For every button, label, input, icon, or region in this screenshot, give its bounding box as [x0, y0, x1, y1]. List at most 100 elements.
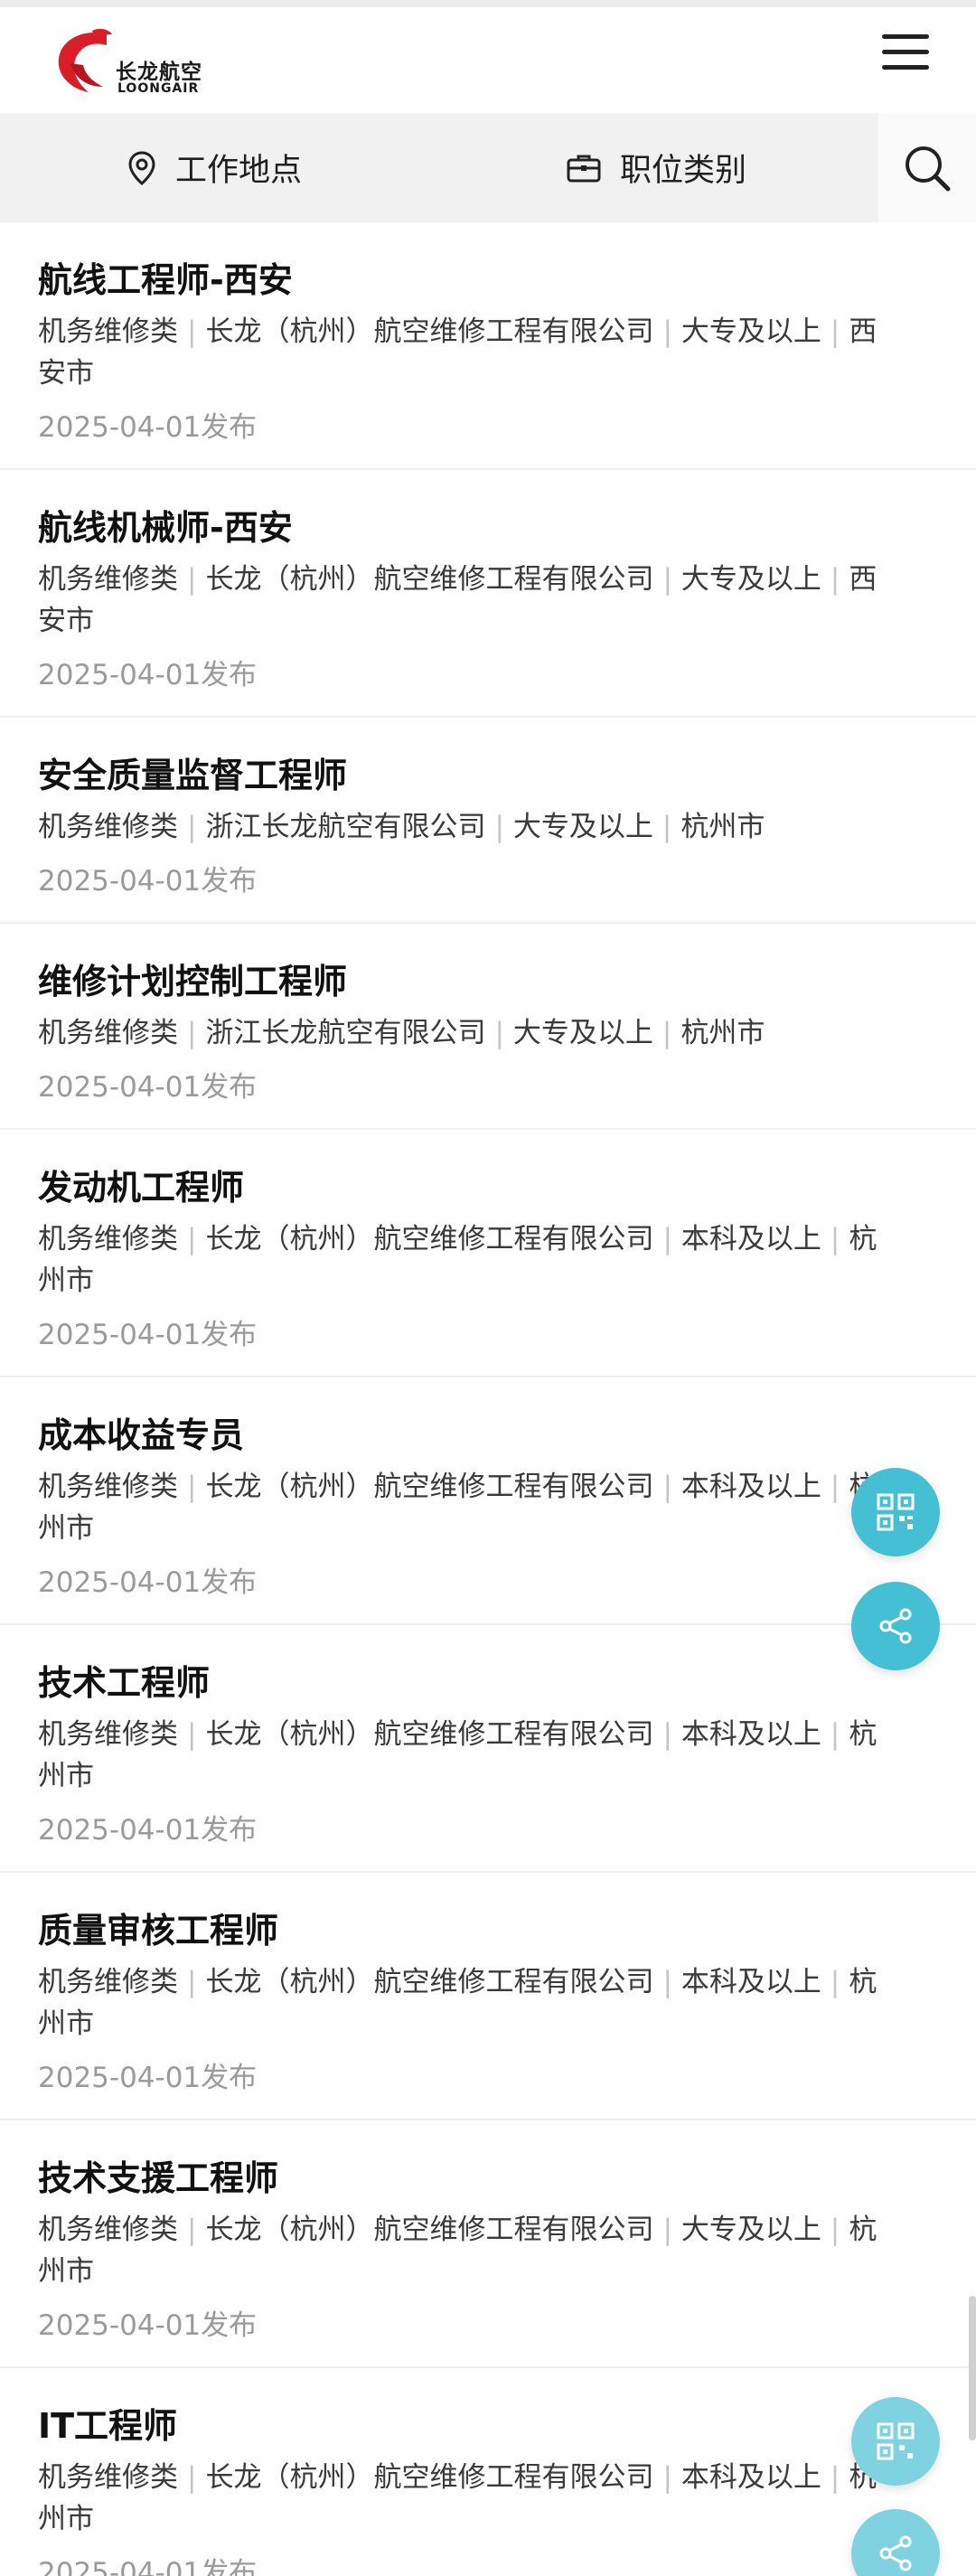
job-company: 长龙（杭州）航空维修工程有限公司 [205, 1223, 654, 1255]
job-title: 质量审核工程师 [38, 1911, 279, 1951]
job-list-item[interactable]: 航线工程师-西安 机务维修类 | 长龙（杭州）航空维修工程有限公司 | 大专及以上 | 西安市… [0, 222, 976, 470]
job-title: 安全质量监督工程师 [38, 756, 348, 795]
scrollbar-thumb[interactable] [969, 2296, 976, 2440]
job-category: 机务维修类 [38, 2214, 178, 2246]
brand-name-cn: 长龙航空 [116, 61, 202, 84]
category-filter[interactable]: 职位类别 [566, 113, 746, 222]
job-publish-date: 2025-04-01发布 [38, 2557, 258, 2576]
meta-separator: | [662, 1471, 672, 1503]
job-category: 机务维修类 [38, 1718, 178, 1751]
meta-separator: | [830, 1471, 840, 1503]
job-publish-date: 2025-04-01发布 [38, 1071, 258, 1104]
job-list-item[interactable]: 安全质量监督工程师 机务维修类 | 浙江长龙航空有限公司 | 大专及以上 | 杭州市 2025-… [0, 718, 976, 924]
search-button[interactable] [878, 113, 976, 222]
meta-separator: | [830, 1223, 840, 1255]
meta-separator: | [662, 1718, 672, 1751]
meta-separator: | [830, 1966, 840, 1998]
job-publish-date: 2025-04-01发布 [38, 2062, 258, 2094]
meta-separator: | [830, 315, 840, 348]
briefcase-icon [567, 155, 601, 182]
job-title: 技术支援工程师 [38, 2158, 279, 2198]
meta-separator: | [830, 2461, 840, 2494]
job-education: 本科及以上 [680, 1223, 821, 1255]
loongair-logo[interactable]: 长龙航空 LOONGAIR [52, 22, 215, 103]
job-company: 浙江长龙航空有限公司 [205, 811, 486, 843]
share-icon [879, 2535, 912, 2571]
job-education: 大专及以上 [680, 563, 821, 596]
meta-separator: | [830, 1718, 840, 1751]
map-pin-icon [128, 150, 155, 185]
job-title: 航线机械师-西安 [38, 508, 293, 548]
meta-separator: | [187, 811, 197, 843]
job-meta: 机务维修类|长龙（杭州）航空维修工程有限公司|本科及以上|杭州市 [38, 2457, 938, 2540]
meta-separator: | [187, 1223, 197, 1255]
job-publish-date: 2025-04-01发布 [38, 659, 258, 691]
job-list-item[interactable]: 维修计划控制工程师 机务维修类 | 浙江长龙航空有限公司 | 大专及以上 | 杭州市 2025-… [0, 924, 976, 1130]
job-meta: 机务维修类|长龙（杭州）航空维修工程有限公司|本科及以上|杭州市 [38, 1218, 938, 1302]
job-category: 机务维修类 [38, 811, 178, 843]
meta-separator: | [187, 315, 197, 348]
job-education: 本科及以上 [680, 1718, 821, 1751]
job-company: 长龙（杭州）航空维修工程有限公司 [205, 1966, 654, 1998]
job-company: 长龙（杭州）航空维修工程有限公司 [205, 563, 654, 596]
meta-separator: | [662, 1223, 672, 1255]
location-filter[interactable]: 工作地点 [127, 113, 302, 222]
job-list-item[interactable]: 技术工程师 机务维修类 | 长龙（杭州）航空维修工程有限公司 | 本科及以上 | 杭州市 202… [0, 1625, 976, 1873]
meta-separator: | [187, 1966, 197, 1998]
job-education: 大专及以上 [680, 315, 821, 348]
job-title: 航线工程师-西安 [38, 260, 293, 300]
site-header: 长龙航空 LOONGAIR [0, 7, 976, 113]
meta-separator: | [662, 1966, 672, 1998]
job-publish-date: 2025-04-01发布 [38, 1319, 258, 1351]
top-divider [0, 0, 976, 7]
job-company: 长龙（杭州）航空维修工程有限公司 [205, 315, 654, 348]
job-publish-date: 2025-04-01发布 [38, 865, 258, 898]
job-education: 大专及以上 [512, 811, 653, 843]
job-category: 机务维修类 [38, 2461, 178, 2494]
share-button[interactable] [851, 1582, 940, 1670]
search-icon [906, 146, 951, 191]
meta-separator: | [662, 315, 672, 348]
job-publish-date: 2025-04-01发布 [38, 411, 258, 444]
meta-separator: | [662, 811, 672, 843]
job-company: 长龙（杭州）航空维修工程有限公司 [205, 2214, 654, 2246]
qr-code-button[interactable] [851, 1468, 940, 1556]
job-list-item[interactable]: 发动机工程师 机务维修类 | 长龙（杭州）航空维修工程有限公司 | 本科及以上 | 杭州市 20… [0, 1130, 976, 1377]
dragon-logo-icon [58, 28, 112, 92]
job-title: 成本收益专员 [38, 1415, 245, 1455]
meta-separator: | [187, 1471, 197, 1503]
job-company: 长龙（杭州）航空维修工程有限公司 [205, 2461, 654, 2494]
job-company: 长龙（杭州）航空维修工程有限公司 [205, 1718, 654, 1751]
meta-separator: | [662, 563, 672, 596]
job-list-item[interactable]: 质量审核工程师 机务维修类 | 长龙（杭州）航空维修工程有限公司 | 本科及以上 | 杭州市 2… [0, 1873, 976, 2120]
job-education: 大专及以上 [680, 2214, 821, 2246]
job-list-item[interactable]: IT工程师 机务维修类 | 长龙（杭州）航空维修工程有限公司 | 本科及以上 | 杭州市 202… [0, 2368, 976, 2576]
job-list-item[interactable]: 航线机械师-西安 机务维修类 | 长龙（杭州）航空维修工程有限公司 | 大专及以上 | 西安市… [0, 470, 976, 718]
job-category: 机务维修类 [38, 1017, 178, 1049]
job-list-item[interactable]: 成本收益专员机务维修类|长龙（杭州）航空维修工程有限公司|本科及以上|杭州市 20… [0, 1377, 976, 1625]
hamburger-menu-icon[interactable] [882, 34, 929, 80]
qr-code-button-secondary[interactable] [851, 2397, 940, 2486]
job-publish-date: 2025-04-01发布 [38, 1566, 258, 1599]
location-filter-label: 工作地点 [175, 153, 303, 189]
job-meta: 机务维修类|长龙（杭州）航空维修工程有限公司|本科及以上|杭州市 [38, 1466, 938, 1549]
job-title: 技术工程师 [38, 1663, 211, 1703]
job-category: 机务维修类 [38, 1223, 178, 1255]
job-company: 浙江长龙航空有限公司 [205, 1017, 486, 1049]
job-meta: 机务维修类 | 浙江长龙航空有限公司 | 大专及以上 | 杭州市 [38, 1012, 938, 1054]
job-title: IT工程师 [38, 2406, 178, 2446]
meta-separator: | [187, 563, 197, 596]
meta-separator: | [187, 2214, 197, 2246]
job-city: 杭州市 [680, 1017, 765, 1049]
job-title: 发动机工程师 [38, 1168, 245, 1208]
job-list-item[interactable]: 技术支援工程师 机务维修类 | 长龙（杭州）航空维修工程有限公司 | 大专及以上 | 杭州市 2… [0, 2120, 976, 2368]
meta-separator: | [494, 1017, 504, 1049]
job-list: 航线工程师-西安 机务维修类 | 长龙（杭州）航空维修工程有限公司 | 大专及以上 | 西安市… [0, 222, 976, 2576]
qr-code-icon [877, 2422, 915, 2460]
qr-code-icon [877, 1493, 915, 1531]
meta-separator: | [187, 1718, 197, 1751]
brand-name-en: LOONGAIR [117, 81, 200, 96]
category-filter-label: 职位类别 [620, 153, 747, 189]
meta-separator: | [662, 2214, 672, 2246]
job-education: 大专及以上 [512, 1017, 653, 1049]
